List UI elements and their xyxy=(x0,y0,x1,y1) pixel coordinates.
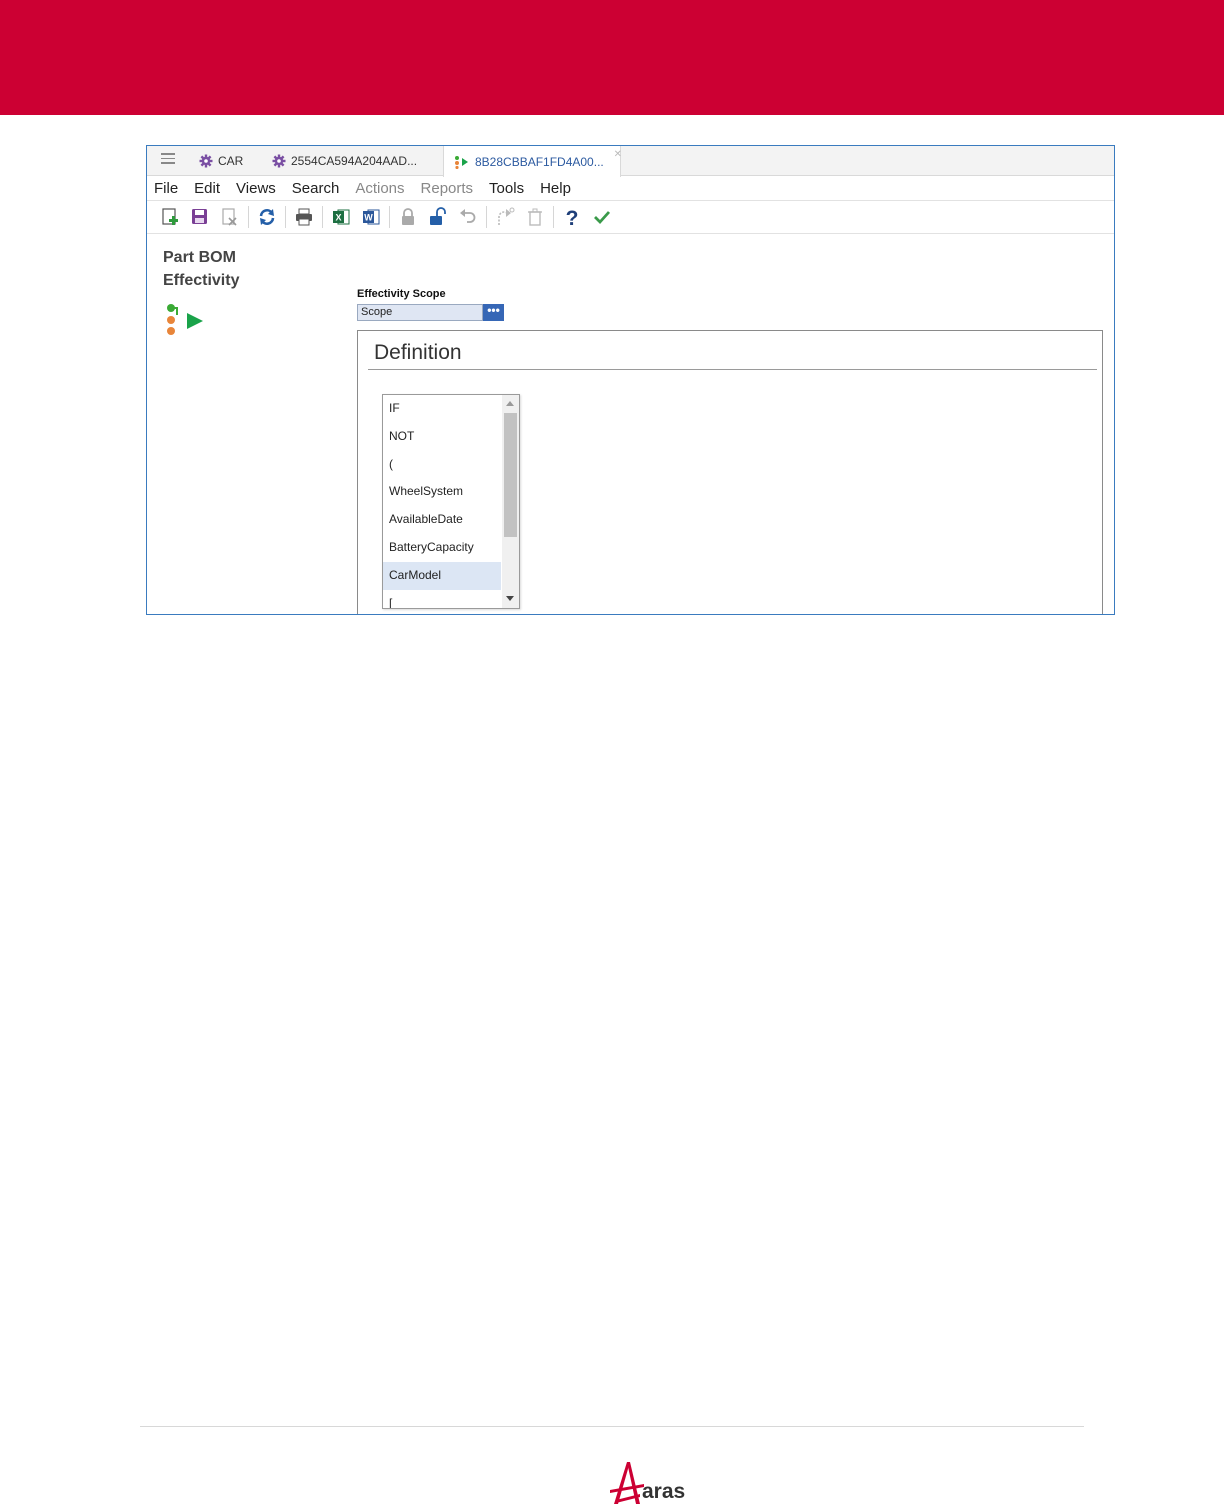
footer-divider xyxy=(140,1426,1084,1427)
svg-text:W: W xyxy=(364,213,373,223)
hamburger-menu-icon[interactable] xyxy=(161,153,175,167)
scroll-thumb[interactable] xyxy=(504,413,517,537)
undo-icon xyxy=(460,209,476,223)
list-item-availabledate[interactable]: AvailableDate xyxy=(383,506,501,534)
tab-label: CAR xyxy=(218,154,244,168)
toolbar: X W ? xyxy=(147,201,1114,234)
svg-text:X: X xyxy=(335,213,341,223)
new-icon xyxy=(162,208,178,225)
definition-title: Definition xyxy=(374,341,462,364)
discard-button[interactable] xyxy=(215,204,245,230)
top-banner xyxy=(0,0,1224,115)
menu-views[interactable]: Views xyxy=(228,180,284,197)
aras-logo-icon xyxy=(610,1462,644,1504)
menu-actions[interactable]: Actions xyxy=(347,180,412,197)
tab-bar: CAR 2554CA594A204AAD... 8B28CBBAF1FD4A00… xyxy=(147,146,1114,177)
save-button[interactable] xyxy=(185,204,215,230)
close-tab-icon[interactable]: ✕ xyxy=(614,149,622,160)
menu-search[interactable]: Search xyxy=(284,180,348,197)
toolbar-separator xyxy=(553,206,554,228)
unlock-button[interactable] xyxy=(423,204,453,230)
refresh-icon xyxy=(259,209,275,225)
footer-logo-text: aras xyxy=(642,1480,686,1503)
list-item-carmodel[interactable]: CarModel xyxy=(383,561,501,590)
menu-file[interactable]: File xyxy=(147,180,186,197)
form-title: Part BOM Effectivity xyxy=(163,246,239,292)
list-item-batterycapacity[interactable]: BatteryCapacity xyxy=(383,534,501,562)
word-icon: W xyxy=(363,209,380,225)
form-title-line1: Part BOM xyxy=(163,249,236,266)
done-icon xyxy=(594,211,611,225)
list-item-open-paren[interactable]: ( xyxy=(383,451,501,479)
tab-effectivity-active[interactable]: 8B28CBBAF1FD4A00... ✕ xyxy=(443,146,622,177)
toolbar-separator xyxy=(248,206,249,228)
refresh-button[interactable] xyxy=(252,204,282,230)
new-button[interactable] xyxy=(155,204,185,230)
footer-logo: aras xyxy=(610,1460,685,1506)
excel-icon: X xyxy=(333,209,350,225)
definition-divider xyxy=(368,369,1097,370)
lock-button[interactable] xyxy=(393,204,423,230)
gear-icon xyxy=(272,154,286,168)
list-item-not[interactable]: NOT xyxy=(383,423,501,451)
listbox-scrollbar[interactable] xyxy=(502,395,519,608)
export-excel-button[interactable]: X xyxy=(326,204,356,230)
menu-help[interactable]: Help xyxy=(532,180,579,197)
list-item-open-bracket[interactable]: [ xyxy=(383,590,501,608)
tab-item[interactable]: 2554CA594A204AAD... xyxy=(272,146,417,176)
help-icon: ? xyxy=(566,207,579,228)
listbox-items: IF NOT ( WheelSystem AvailableDate Batte… xyxy=(383,395,501,608)
menu-reports[interactable]: Reports xyxy=(413,180,482,197)
menu-bar: File Edit Views Search Actions Reports T… xyxy=(147,176,1114,201)
effectivity-scope-field[interactable]: Scope xyxy=(357,304,483,321)
promote-button[interactable] xyxy=(490,204,520,230)
delete-button[interactable] xyxy=(520,204,550,230)
toolbar-separator xyxy=(389,206,390,228)
lock-icon xyxy=(402,208,414,225)
unlock-icon xyxy=(430,207,446,225)
toolbar-separator xyxy=(285,206,286,228)
done-button[interactable] xyxy=(587,204,617,230)
scroll-up-arrow-icon[interactable] xyxy=(506,401,514,406)
save-icon xyxy=(192,209,207,224)
effectivity-scope-label: Effectivity Scope xyxy=(357,288,446,300)
tab-car[interactable]: CAR xyxy=(199,146,243,176)
print-icon xyxy=(296,208,312,226)
scroll-down-arrow-icon[interactable] xyxy=(506,596,514,601)
tab-label: 2554CA594A204AAD... xyxy=(291,154,418,168)
menu-tools[interactable]: Tools xyxy=(481,180,532,197)
svg-text:?: ? xyxy=(566,207,579,228)
list-item-if[interactable]: IF xyxy=(383,395,501,423)
print-button[interactable] xyxy=(289,204,319,230)
effectivity-icon xyxy=(455,155,468,169)
promote-icon xyxy=(498,207,515,225)
definition-panel: Definition IF NOT ( WheelSystem Availabl… xyxy=(357,330,1103,614)
effectivity-large-icon xyxy=(165,303,205,344)
scope-picker-button[interactable]: ••• xyxy=(483,304,504,321)
toolbar-separator xyxy=(486,206,487,228)
expression-listbox[interactable]: IF NOT ( WheelSystem AvailableDate Batte… xyxy=(382,394,520,609)
tab-label: 8B28CBBAF1FD4A00... xyxy=(475,154,604,169)
help-button[interactable]: ? xyxy=(557,204,587,230)
undo-button[interactable] xyxy=(453,204,483,230)
discard-icon xyxy=(222,208,237,226)
list-item-wheelsystem[interactable]: WheelSystem xyxy=(383,478,501,506)
gear-icon xyxy=(199,154,213,168)
toolbar-separator xyxy=(322,206,323,228)
menu-edit[interactable]: Edit xyxy=(186,180,228,197)
delete-icon xyxy=(528,208,542,226)
export-word-button[interactable]: W xyxy=(356,204,386,230)
form-title-line2: Effectivity xyxy=(163,272,240,289)
app-window: CAR 2554CA594A204AAD... 8B28CBBAF1FD4A00… xyxy=(146,145,1115,615)
